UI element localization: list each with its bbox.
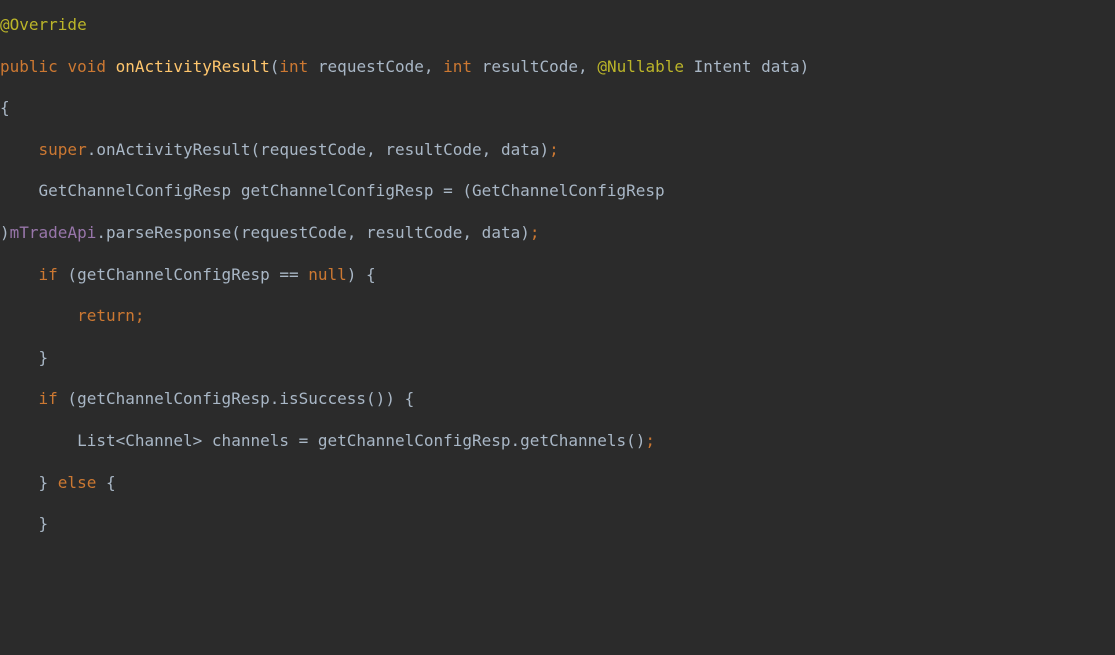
code-token <box>588 57 598 76</box>
code-token: resultCode <box>472 57 578 76</box>
code-token: void <box>67 57 106 76</box>
code-token: requestCode <box>308 57 424 76</box>
code-token: if <box>39 389 58 408</box>
code-token: null <box>308 265 347 284</box>
code-token: .onActivityResult(requestCode <box>87 140 366 159</box>
code-token: ( <box>270 57 280 76</box>
code-token: @Nullable <box>597 57 684 76</box>
code-token: super <box>39 140 87 159</box>
code-block: @Override public void onActivityResult(i… <box>0 15 819 533</box>
code-token: , <box>462 223 472 242</box>
code-token: } <box>0 473 58 492</box>
code-token: (getChannelConfigResp.isSuccess()) { Lis… <box>0 389 645 450</box>
code-token <box>106 57 116 76</box>
code-token: @Override <box>0 15 87 34</box>
code-token: ; <box>530 223 540 242</box>
code-token: , <box>578 57 588 76</box>
code-token: ; <box>549 140 559 159</box>
code-token: int <box>443 57 472 76</box>
code-token: .parseResponse(requestCode <box>96 223 346 242</box>
code-token: int <box>279 57 308 76</box>
code-token: , <box>424 57 434 76</box>
code-token: else <box>58 473 97 492</box>
code-token: resultCode <box>356 223 462 242</box>
code-token: onActivityResult <box>116 57 270 76</box>
code-token: return; <box>77 306 144 325</box>
code-token: data) <box>491 140 549 159</box>
code-token: public <box>0 57 58 76</box>
code-token: resultCode <box>376 140 482 159</box>
code-token <box>58 57 68 76</box>
code-token: Intent data <box>684 57 800 76</box>
code-token <box>0 265 39 284</box>
code-token: ) <box>800 57 810 76</box>
code-editor[interactable]: @Override public void onActivityResult(i… <box>0 0 1115 545</box>
code-token: mTradeApi <box>10 223 97 242</box>
code-token: data) <box>472 223 530 242</box>
code-token: , <box>347 223 357 242</box>
code-token: , <box>366 140 376 159</box>
code-token: ; <box>645 431 655 450</box>
code-token: , <box>482 140 492 159</box>
code-token <box>434 57 444 76</box>
code-token: (getChannelConfigResp == <box>58 265 308 284</box>
code-token: if <box>39 265 58 284</box>
